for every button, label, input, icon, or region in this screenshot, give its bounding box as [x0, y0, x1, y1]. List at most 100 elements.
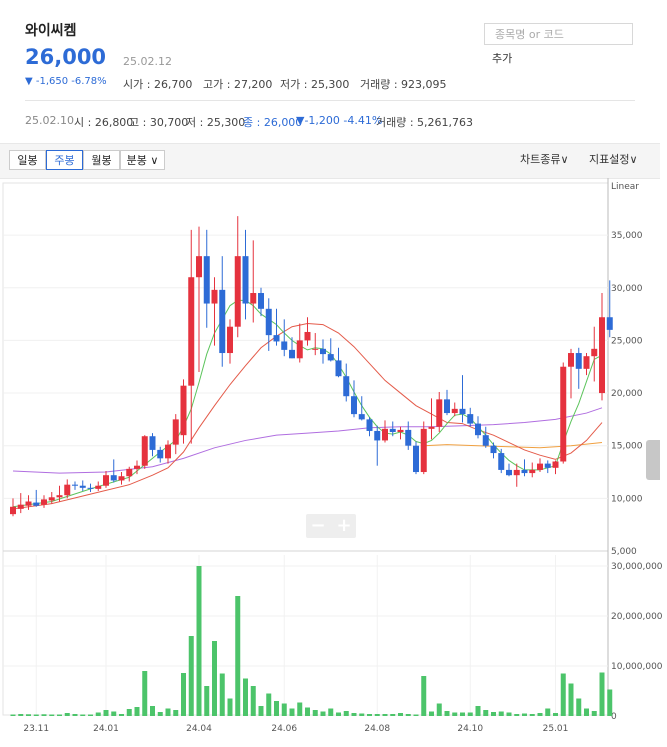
candle-body: [110, 475, 117, 481]
candle-body: [203, 256, 210, 304]
candle-body: [343, 376, 350, 397]
candle-body: [420, 428, 427, 473]
volume-bar: [26, 714, 31, 716]
candle-body: [188, 277, 195, 386]
volume-bar: [305, 707, 310, 716]
volume-bar: [467, 712, 473, 716]
volume-bar: [553, 713, 558, 716]
volume-bar: [142, 671, 148, 716]
time-tick-label: 24.10: [457, 724, 483, 734]
candle-close: 종 : 26,000: [243, 116, 303, 129]
volume-bar: [560, 673, 566, 716]
stock-name: 와이씨켐: [25, 23, 77, 39]
volume-bar: [57, 714, 62, 716]
candle-body: [180, 385, 187, 436]
candle-body: [312, 348, 319, 350]
indicator-settings-dropdown[interactable]: 지표설정∨: [589, 150, 638, 170]
candle-body: [537, 463, 543, 470]
volume-bar: [266, 693, 272, 716]
volume-bar: [95, 712, 101, 716]
volume-bar: [134, 707, 140, 716]
chart-type-dropdown[interactable]: 차트종류∨: [520, 150, 569, 170]
volume-bar: [413, 714, 419, 716]
candle-body: [482, 435, 489, 446]
volume-bar: [568, 683, 574, 716]
candle-body: [428, 426, 435, 429]
candle-body: [405, 429, 412, 446]
volume-bar: [328, 708, 334, 716]
price-chart[interactable]: 5,000 10,000 15,000 20,000 25,000 30,000 35,00…: [0, 178, 667, 747]
volume-bar: [382, 714, 388, 716]
candle-body: [366, 419, 373, 431]
candle-body: [560, 366, 567, 462]
candle-body: [529, 469, 536, 474]
volume-bar: [274, 701, 279, 716]
volume-bar: [188, 636, 194, 716]
candle-body: [451, 408, 458, 414]
volume: 거래량 : 923,095: [360, 78, 447, 91]
volume-bar: [235, 596, 241, 716]
volume-bar: [537, 713, 543, 716]
candle-body: [544, 463, 551, 468]
volume-bar: [475, 706, 481, 716]
volume-bar: [514, 714, 520, 716]
volume-bar: [522, 713, 527, 716]
candle-body: [211, 289, 218, 304]
zoom-out-icon[interactable]: −: [306, 514, 330, 538]
candle-date: 25.02.10: [25, 114, 74, 127]
volume-bar: [599, 672, 605, 716]
candle-body: [436, 399, 443, 427]
candle-body: [389, 428, 396, 433]
ma60-line: [423, 442, 603, 449]
candle-body: [95, 485, 102, 489]
candle-body: [459, 408, 466, 415]
tab-weekly[interactable]: 주봉: [46, 150, 83, 170]
candle-body: [250, 293, 257, 304]
volume-tick-label: 20,000,000: [611, 612, 663, 622]
volume-bar: [10, 714, 16, 716]
candle-body: [506, 469, 512, 476]
volume-bar: [41, 714, 47, 716]
candle-body: [25, 501, 32, 506]
volume-bar: [336, 712, 341, 716]
scale-label: Linear: [611, 182, 639, 192]
candle-body: [165, 444, 171, 459]
time-tick-label: 24.04: [186, 724, 212, 734]
side-panel-toggle[interactable]: [646, 440, 660, 480]
tab-daily[interactable]: 일봉: [9, 150, 46, 170]
candle-body: [374, 430, 381, 441]
volume-bar: [157, 712, 163, 716]
add-button[interactable]: 추가: [492, 50, 512, 66]
volume-bar: [258, 706, 264, 716]
price-tick-label: 10,000: [611, 494, 643, 504]
volume-bar: [312, 710, 318, 716]
volume-bar: [103, 710, 109, 716]
volume-tick-label: 30,000,000: [611, 562, 663, 572]
open-price: 시가 : 26,700: [123, 78, 193, 91]
tab-monthly[interactable]: 월봉: [83, 150, 120, 170]
candle-body: [118, 476, 125, 481]
candle-body: [234, 256, 241, 327]
tab-minute-dropdown[interactable]: 분봉 ∨: [120, 150, 165, 170]
candle-body: [358, 414, 365, 420]
price-tick-label: 30,000: [611, 284, 643, 294]
candle-change: ▼-1,200 -4.41%: [296, 114, 383, 127]
volume-bar: [181, 673, 186, 716]
candle-body: [327, 354, 334, 361]
volume-bar: [405, 714, 411, 716]
candle-body: [304, 331, 311, 341]
candle-body: [64, 484, 71, 496]
candle-body: [397, 429, 404, 433]
volume-bar: [460, 712, 465, 716]
low-price: 저가 : 25,300: [280, 78, 350, 91]
volume-bar: [429, 711, 434, 716]
volume-bar: [88, 714, 93, 716]
volume-bar: [584, 708, 589, 716]
volume-bar: [545, 708, 551, 716]
stock-search-input[interactable]: 종목명 or 코드: [484, 23, 633, 45]
volume-bar: [165, 708, 171, 716]
zoom-in-icon[interactable]: +: [332, 514, 356, 538]
volume-bar: [444, 711, 450, 716]
time-tick-label: 24.01: [93, 724, 119, 734]
volume-bar: [343, 711, 349, 716]
